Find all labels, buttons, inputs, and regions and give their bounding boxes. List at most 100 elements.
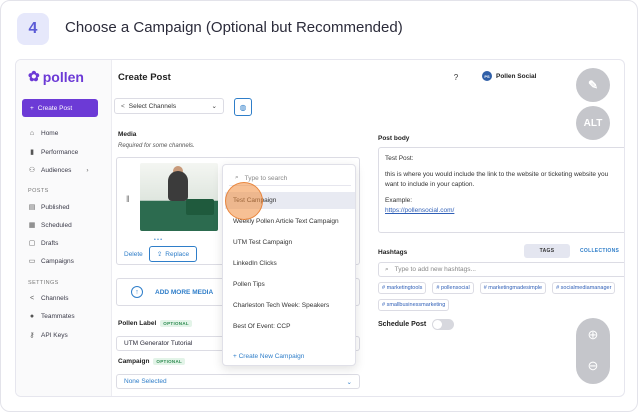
app-screenshot: ✿ pollen + Create Post ⌂ Home ▮ Performa…: [15, 59, 625, 397]
users-icon: ⚇: [28, 167, 36, 174]
campaign-option-pollen-tips[interactable]: Pollen Tips: [225, 276, 355, 293]
bar-chart-icon: ▮: [30, 149, 34, 156]
post-body-line: this is where you would include the link…: [385, 170, 609, 189]
post-body-label: Post body: [378, 135, 410, 142]
campaign-label-text: Campaign: [118, 358, 150, 366]
settings-section-heading: SETTINGS: [28, 280, 59, 286]
create-post-label: Create Post: [37, 104, 73, 112]
sidebar-item-label: API Keys: [41, 331, 68, 339]
pollen-label-value: UTM Generator Tutorial: [124, 340, 193, 347]
media-label: Media: [118, 131, 137, 138]
post-body-line: Example:: [385, 196, 413, 204]
sidebar-item-teammates[interactable]: ● Teammates: [28, 313, 75, 320]
sidebar-item-home[interactable]: ⌂ Home: [28, 130, 58, 137]
hashtag-chip[interactable]: # marketingtools: [378, 282, 427, 294]
search-icon: ⌕: [385, 265, 389, 273]
upload-icon: ⇪: [156, 251, 163, 258]
click-highlight-marker: [225, 182, 263, 220]
post-body-link[interactable]: https://pollensocial.com/: [385, 206, 623, 217]
alt-text-fab[interactable]: ALT: [576, 106, 610, 140]
person-icon: ●: [29, 313, 35, 320]
globe-icon: ◍: [239, 102, 247, 112]
posts-section-heading: POSTS: [28, 188, 49, 194]
chevron-down-icon: ⌄: [211, 103, 217, 110]
share-icon: <: [121, 102, 125, 110]
replace-media-button[interactable]: ⇪ Replace: [149, 246, 197, 262]
plus-icon: +: [30, 104, 34, 112]
draft-icon: ▢: [28, 240, 36, 247]
sidebar-item-label: Drafts: [41, 239, 59, 247]
pollen-label-heading: Pollen Label OPTIONAL: [118, 320, 192, 327]
step-card: 4 Choose a Campaign (Optional but Recomm…: [0, 0, 638, 412]
hashtag-chip[interactable]: # pollensocial: [432, 282, 474, 294]
delete-media-link[interactable]: Delete: [124, 251, 143, 258]
add-more-media-label: ADD MORE MEDIA: [155, 288, 214, 296]
step-title: Choose a Campaign (Optional but Recommen…: [65, 19, 403, 36]
hashtags-label: Hashtags: [378, 249, 408, 256]
replace-label: Replace: [165, 250, 190, 258]
zoom-controls: ⊕ ⊖: [576, 318, 610, 384]
sidebar-item-label: Published: [41, 203, 70, 211]
pollen-logo[interactable]: ✿ pollen: [28, 68, 84, 85]
sidebar-item-performance[interactable]: ▮ Performance: [28, 148, 78, 157]
chevron-right-icon: ›: [86, 166, 89, 174]
logo-text: pollen: [42, 68, 84, 85]
campaign-option-best-of-event[interactable]: Best Of Event: CCP: [225, 318, 355, 335]
campaign-heading: Campaign OPTIONAL: [118, 358, 186, 366]
edit-fab[interactable]: ✎: [576, 68, 610, 102]
upload-icon: ↑: [131, 286, 143, 298]
hashtag-chip[interactable]: # socialmediamanager: [552, 282, 616, 294]
hashtag-chip[interactable]: # smallbusinessmarketing: [378, 299, 450, 311]
post-body-textarea[interactable]: Test Post: this is where you would inclu…: [378, 147, 624, 233]
account-name: Pollen Social: [496, 72, 537, 80]
zoom-in-icon: ⊕: [587, 327, 599, 342]
search-placeholder: Type to search: [244, 174, 288, 182]
home-icon: ⌂: [29, 130, 35, 137]
create-post-button[interactable]: + Create Post: [22, 99, 98, 117]
help-button[interactable]: ?: [448, 69, 464, 85]
campaign-icon: ▭: [28, 258, 36, 265]
account-switcher[interactable]: PS Pollen Social: [482, 71, 536, 81]
zoom-in-button[interactable]: ⊕: [576, 320, 610, 350]
schedule-post-toggle[interactable]: [432, 319, 455, 330]
search-icon: ⌕: [235, 174, 239, 181]
sidebar-item-drafts[interactable]: ▢ Drafts: [28, 239, 59, 248]
chevron-down-icon: ⌄: [346, 378, 352, 386]
hashtag-input[interactable]: ⌕ Type to add new hashtags...: [378, 262, 624, 277]
channels-placeholder: Select Channels: [128, 102, 177, 110]
campaign-select[interactable]: None Selected ⌄: [116, 374, 360, 389]
tab-tags[interactable]: TAGS: [524, 244, 570, 258]
step-number-badge: 4: [17, 13, 49, 45]
drag-handle-icon[interactable]: ‖: [126, 194, 130, 204]
media-thumbnail[interactable]: [140, 163, 218, 231]
calendar-icon: ▦: [28, 222, 36, 229]
share-icon: <: [29, 295, 35, 302]
sidebar-item-audiences[interactable]: ⚇ Audiences ›: [28, 166, 89, 175]
post-body-line: Test Post:: [385, 155, 414, 162]
sidebar-item-channels[interactable]: < Channels: [28, 295, 69, 302]
sidebar-item-scheduled[interactable]: ▦ Scheduled: [28, 221, 72, 230]
tab-collections[interactable]: COLLECTIONS: [572, 244, 619, 258]
sidebar: ✿ pollen + Create Post ⌂ Home ▮ Performa…: [16, 60, 112, 396]
hashtag-chip[interactable]: # marketingmadesimple: [479, 282, 547, 294]
hashtag-chips: # marketingtools # pollensocial # market…: [378, 282, 624, 311]
schedule-post-label: Schedule Post: [378, 321, 427, 328]
optional-tag: OPTIONAL: [160, 320, 192, 327]
globe-button[interactable]: ◍: [234, 98, 252, 116]
sidebar-item-label: Campaigns: [41, 257, 74, 265]
hashtag-placeholder: Type to add new hashtags...: [394, 266, 476, 273]
sidebar-item-campaigns[interactable]: ▭ Campaigns: [28, 257, 74, 266]
pollen-flower-icon: ✿: [28, 68, 40, 84]
campaign-option-linkedin-clicks[interactable]: LinkedIn Clicks: [225, 255, 355, 272]
page-title: Create Post: [118, 72, 171, 83]
campaign-option-charleston-tech-week[interactable]: Charleston Tech Week: Speakers: [225, 297, 355, 314]
create-new-campaign-link[interactable]: + Create New Campaign: [225, 348, 355, 365]
schedule-post-row: Schedule Post: [378, 319, 455, 330]
sidebar-item-api-keys[interactable]: ⚷ API Keys: [28, 331, 68, 340]
thumbnail-pager-dots: • • •: [154, 237, 163, 243]
zoom-out-button[interactable]: ⊖: [576, 351, 610, 381]
doc-icon: ▤: [28, 204, 36, 211]
sidebar-item-published[interactable]: ▤ Published: [28, 203, 70, 212]
select-channels-dropdown[interactable]: < Select Channels ⌄: [114, 98, 224, 114]
campaign-option-utm-test[interactable]: UTM Test Campaign: [225, 234, 355, 251]
